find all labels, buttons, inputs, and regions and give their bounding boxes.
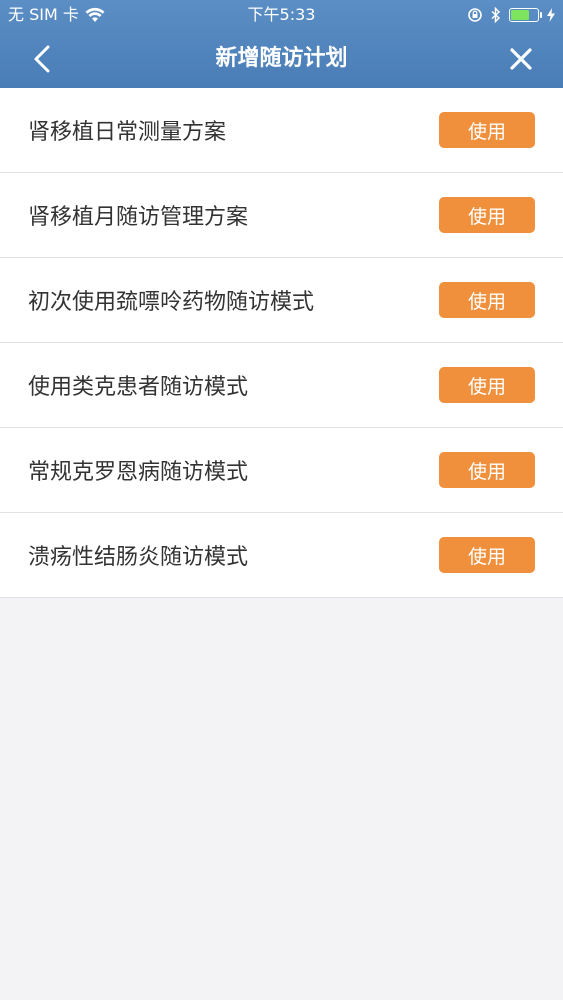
orientation-lock-icon [468, 8, 482, 22]
status-right [467, 0, 555, 30]
plan-list: 肾移植日常测量方案 使用 肾移植月随访管理方案 使用 初次使用巯嘌呤药物随访模式… [0, 88, 563, 598]
battery-fill [511, 10, 529, 20]
plan-label: 肾移植月随访管理方案 [28, 205, 249, 230]
use-button[interactable]: 使用 [439, 452, 535, 488]
plan-item: 肾移植月随访管理方案 使用 [0, 173, 563, 258]
plan-label: 初次使用巯嘌呤药物随访模式 [28, 290, 315, 315]
navigation-bar: 新增随访计划 [0, 30, 563, 88]
battery-icon [509, 8, 542, 22]
plan-item: 溃疡性结肠炎随访模式 使用 [0, 513, 563, 598]
use-button[interactable]: 使用 [439, 197, 535, 233]
app-header: 无 SIM 卡 下午5:33 新增随访计划 [0, 0, 563, 88]
plan-item: 使用类克患者随访模式 使用 [0, 343, 563, 428]
use-button[interactable]: 使用 [439, 367, 535, 403]
plan-item: 肾移植日常测量方案 使用 [0, 88, 563, 173]
use-button[interactable]: 使用 [439, 537, 535, 573]
plan-label: 肾移植日常测量方案 [28, 120, 227, 145]
use-button[interactable]: 使用 [439, 112, 535, 148]
bluetooth-icon [491, 7, 501, 23]
plan-label: 溃疡性结肠炎随访模式 [28, 545, 249, 570]
close-icon [510, 48, 532, 70]
plan-item: 常规克罗恩病随访模式 使用 [0, 428, 563, 513]
close-button[interactable] [499, 39, 543, 79]
charging-icon [547, 8, 555, 22]
page-title: 新增随访计划 [215, 46, 348, 71]
plan-item: 初次使用巯嘌呤药物随访模式 使用 [0, 258, 563, 343]
plan-label: 使用类克患者随访模式 [28, 375, 249, 400]
plan-label: 常规克罗恩病随访模式 [28, 460, 249, 485]
status-bar: 无 SIM 卡 下午5:33 [0, 0, 563, 30]
use-button[interactable]: 使用 [439, 282, 535, 318]
